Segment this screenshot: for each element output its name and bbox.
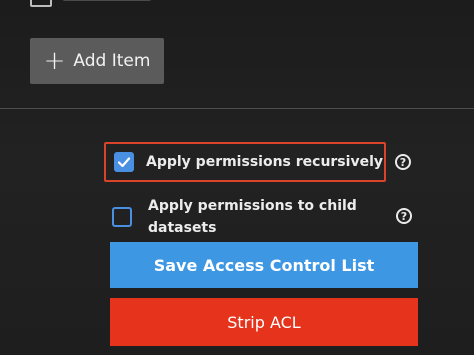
check-icon — [117, 157, 131, 168]
add-item-button[interactable]: + Add Item — [30, 38, 164, 84]
add-item-label: Add Item — [73, 51, 151, 71]
cutoff-text — [62, 0, 152, 1]
question-circle-icon[interactable]: ? — [395, 154, 411, 170]
apply-recursively-option[interactable]: Apply permissions recursively ? — [104, 142, 411, 182]
previous-row-cutoff — [30, 0, 152, 7]
apply-to-child-datasets-checkbox[interactable] — [112, 207, 132, 227]
apply-to-child-datasets-label: Apply permissions to child datasets — [148, 198, 357, 236]
strip-acl-button[interactable]: Strip ACL — [110, 298, 418, 346]
save-acl-button[interactable]: Save Access Control List — [110, 242, 418, 288]
section-divider — [0, 108, 474, 109]
save-acl-label: Save Access Control List — [153, 255, 375, 275]
cutoff-checkbox[interactable] — [30, 0, 52, 7]
plus-icon: + — [43, 46, 66, 76]
apply-to-child-datasets-option[interactable]: Apply permissions to child datasets ? — [112, 196, 422, 238]
apply-recursively-checkbox[interactable] — [114, 152, 134, 172]
question-circle-icon[interactable]: ? — [396, 208, 412, 224]
acl-editor-panel: + Add Item Apply permissions recursively… — [0, 0, 474, 355]
strip-acl-label: Strip ACL — [227, 312, 301, 332]
apply-recursively-label: Apply permissions recursively — [146, 154, 383, 170]
